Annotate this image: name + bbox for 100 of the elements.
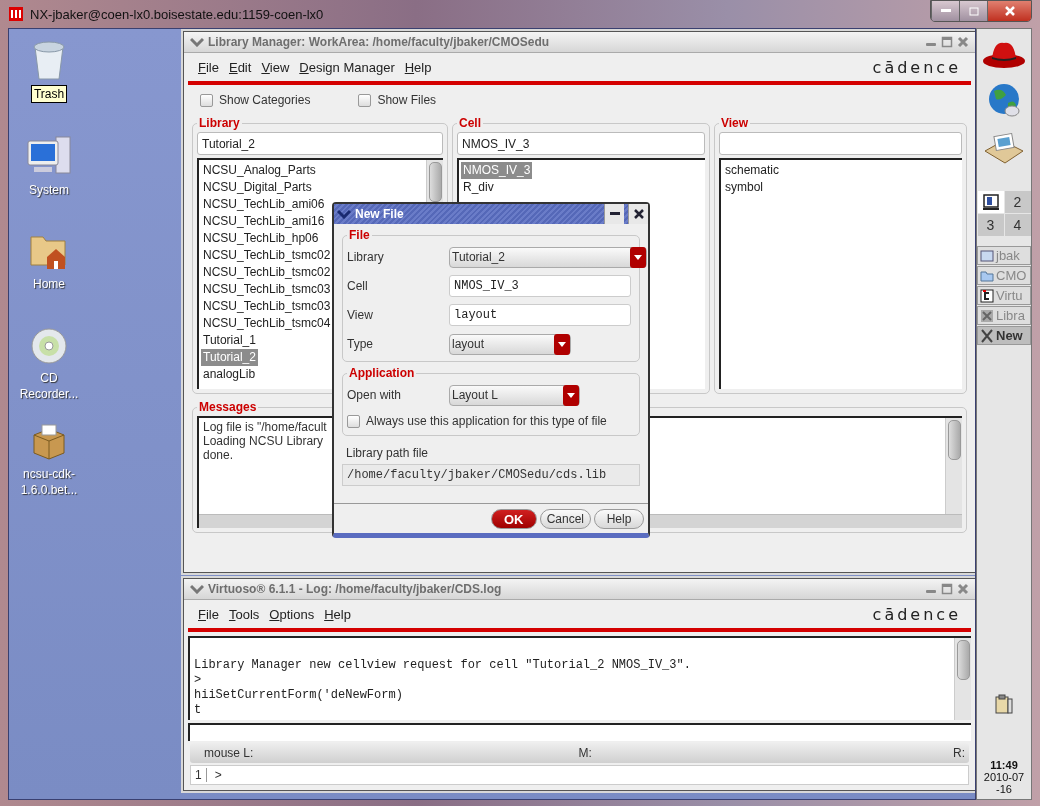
checkbox[interactable]: [347, 414, 360, 428]
scrollbar[interactable]: [945, 418, 962, 514]
pane-title: Messages: [198, 400, 258, 414]
minimize-icon[interactable]: [609, 212, 620, 216]
checkbox-label[interactable]: Show Files: [377, 93, 437, 107]
dropdown[interactable]: layout: [449, 333, 571, 355]
package-icon[interactable]: [30, 423, 68, 461]
logo: cādence: [872, 604, 961, 624]
log-line: Library Manager new cellview request for cell "Tutorial_2 NMOS_IV_3".: [194, 658, 691, 673]
log-line: >: [194, 673, 202, 688]
menu-item[interactable]: File: [198, 606, 219, 622]
field-label: Library path file: [345, 446, 430, 460]
window-title: Library Manager: WorkArea: /home/faculty/jbaker/CMOSedu: [208, 35, 551, 49]
workspace-button[interactable]: 2: [1004, 191, 1031, 213]
list-item[interactable]: NCSU_TechLib_tsmc02: [201, 264, 333, 281]
list-item[interactable]: analogLib: [201, 366, 258, 383]
list-item[interactable]: NCSU_TechLib_tsmc03: [201, 298, 333, 315]
pane-title: Library: [198, 116, 241, 130]
terminal-icon[interactable]: [980, 248, 994, 263]
menu-item[interactable]: File: [198, 59, 219, 75]
list-item[interactable]: NCSU_TechLib_ami06: [201, 196, 327, 213]
cd-icon[interactable]: [30, 327, 68, 365]
checkbox-label[interactable]: Show Categories: [219, 93, 311, 107]
workspace-button[interactable]: [977, 191, 1004, 213]
path-field[interactable]: /home/faculty/jbaker/CMOSedu/cds.lib: [342, 464, 640, 486]
checkbox[interactable]: [358, 93, 372, 107]
task-button[interactable]: New: [977, 326, 1031, 345]
list-item[interactable]: Tutorial_1: [201, 332, 258, 349]
dropdown-arrow-icon[interactable]: [558, 341, 566, 347]
menu-item[interactable]: Design Manager: [299, 59, 395, 75]
list-item[interactable]: NCSU_TechLib_tsmc03: [201, 281, 333, 298]
dialog-button[interactable]: Help: [594, 509, 644, 529]
desktop-icon-label[interactable]: Trash: [30, 85, 68, 103]
section-title: Application: [348, 366, 416, 380]
menu-item[interactable]: Tools: [228, 606, 260, 622]
dialog-button[interactable]: Cancel: [539, 509, 591, 529]
field-label: Type: [347, 337, 374, 351]
field-label: Library: [347, 250, 385, 264]
window-title: Virtuoso® 6.1.1 - Log: /home/faculty/jbaker/CDS.log: [208, 582, 503, 596]
maximize-icon[interactable]: [941, 36, 953, 48]
menu-item[interactable]: Options: [269, 606, 315, 622]
dropdown[interactable]: Layout L: [449, 384, 580, 406]
prompt-number: 1: [191, 768, 207, 782]
close-button[interactable]: [987, 1, 1031, 21]
minimize-button[interactable]: [931, 1, 959, 21]
computer-icon[interactable]: [26, 135, 72, 177]
list-item[interactable]: NCSU_TechLib_ami16: [201, 213, 327, 230]
status-text: R:: [953, 746, 965, 760]
list-item[interactable]: symbol: [723, 179, 765, 196]
dropdown-arrow-icon[interactable]: [567, 392, 575, 398]
folder-icon[interactable]: [980, 268, 994, 283]
command-input[interactable]: [188, 723, 971, 741]
section-title: File: [348, 228, 371, 242]
text-field[interactable]: NMOS_IV_3: [449, 275, 631, 297]
dropdown-arrow-icon[interactable]: [634, 254, 642, 260]
chevron-icon[interactable]: [190, 37, 204, 47]
dialog-button[interactable]: OK: [490, 509, 537, 529]
clipboard-icon[interactable]: [994, 693, 1014, 715]
checkbox[interactable]: [200, 93, 213, 107]
workspace-button[interactable]: 3: [977, 214, 1004, 236]
message-line: Loading NCSU Library: [203, 434, 324, 448]
list-item[interactable]: NCSU_TechLib_tsmc02: [201, 247, 333, 264]
clock-date: 2010-07: [983, 771, 1025, 783]
close-button[interactable]: [628, 204, 648, 224]
filter-field[interactable]: [719, 132, 962, 155]
clock-time: 11:49: [990, 759, 1018, 771]
workspace-button[interactable]: 4: [1004, 214, 1031, 236]
menu-item[interactable]: Edit: [228, 59, 252, 75]
clock-date: -16: [996, 783, 1012, 795]
tools-icon[interactable]: [980, 308, 994, 323]
dropdown[interactable]: Tutorial_2: [449, 246, 647, 268]
x-icon[interactable]: [980, 328, 994, 343]
menu-item[interactable]: Help: [404, 59, 432, 75]
menu-item[interactable]: View: [261, 59, 290, 75]
list-item[interactable]: schematic: [723, 162, 782, 179]
dialog-title: New File: [355, 207, 405, 221]
window-title: NX-jbaker@coen-lx0.boisestate.edu:1159-coen-lx0: [30, 6, 325, 22]
text-field[interactable]: layout: [449, 304, 631, 326]
list-item[interactable]: NCSU_Digital_Parts: [201, 179, 314, 196]
chevron-icon[interactable]: [190, 584, 204, 594]
maximize-button[interactable]: [959, 1, 987, 21]
scrollbar[interactable]: [954, 638, 971, 720]
list-item[interactable]: NCSU_TechLib_hp06: [201, 230, 321, 247]
list-item[interactable]: R_div: [461, 179, 496, 196]
menu-item[interactable]: Help: [324, 606, 351, 622]
filter-field[interactable]: Tutorial_2: [197, 132, 443, 155]
list-item[interactable]: NCSU_TechLib_tsmc04: [201, 315, 333, 332]
chevron-icon[interactable]: [337, 209, 351, 219]
cadence-icon[interactable]: [980, 288, 994, 303]
trash-icon[interactable]: [31, 39, 67, 81]
filter-field[interactable]: NMOS_IV_3: [457, 132, 705, 155]
list-item[interactable]: NCSU_Analog_Parts: [201, 162, 318, 179]
maximize-icon[interactable]: [941, 583, 953, 595]
status-text: M:: [578, 746, 593, 760]
close-icon[interactable]: [633, 209, 644, 219]
pane-title: Cell: [458, 116, 482, 130]
message-line: Log file is "/home/facult: [203, 420, 327, 434]
minimize-button[interactable]: [604, 204, 624, 224]
checkbox-label[interactable]: Always use this application for this type of file: [366, 414, 607, 428]
logo: cādence: [872, 57, 961, 77]
